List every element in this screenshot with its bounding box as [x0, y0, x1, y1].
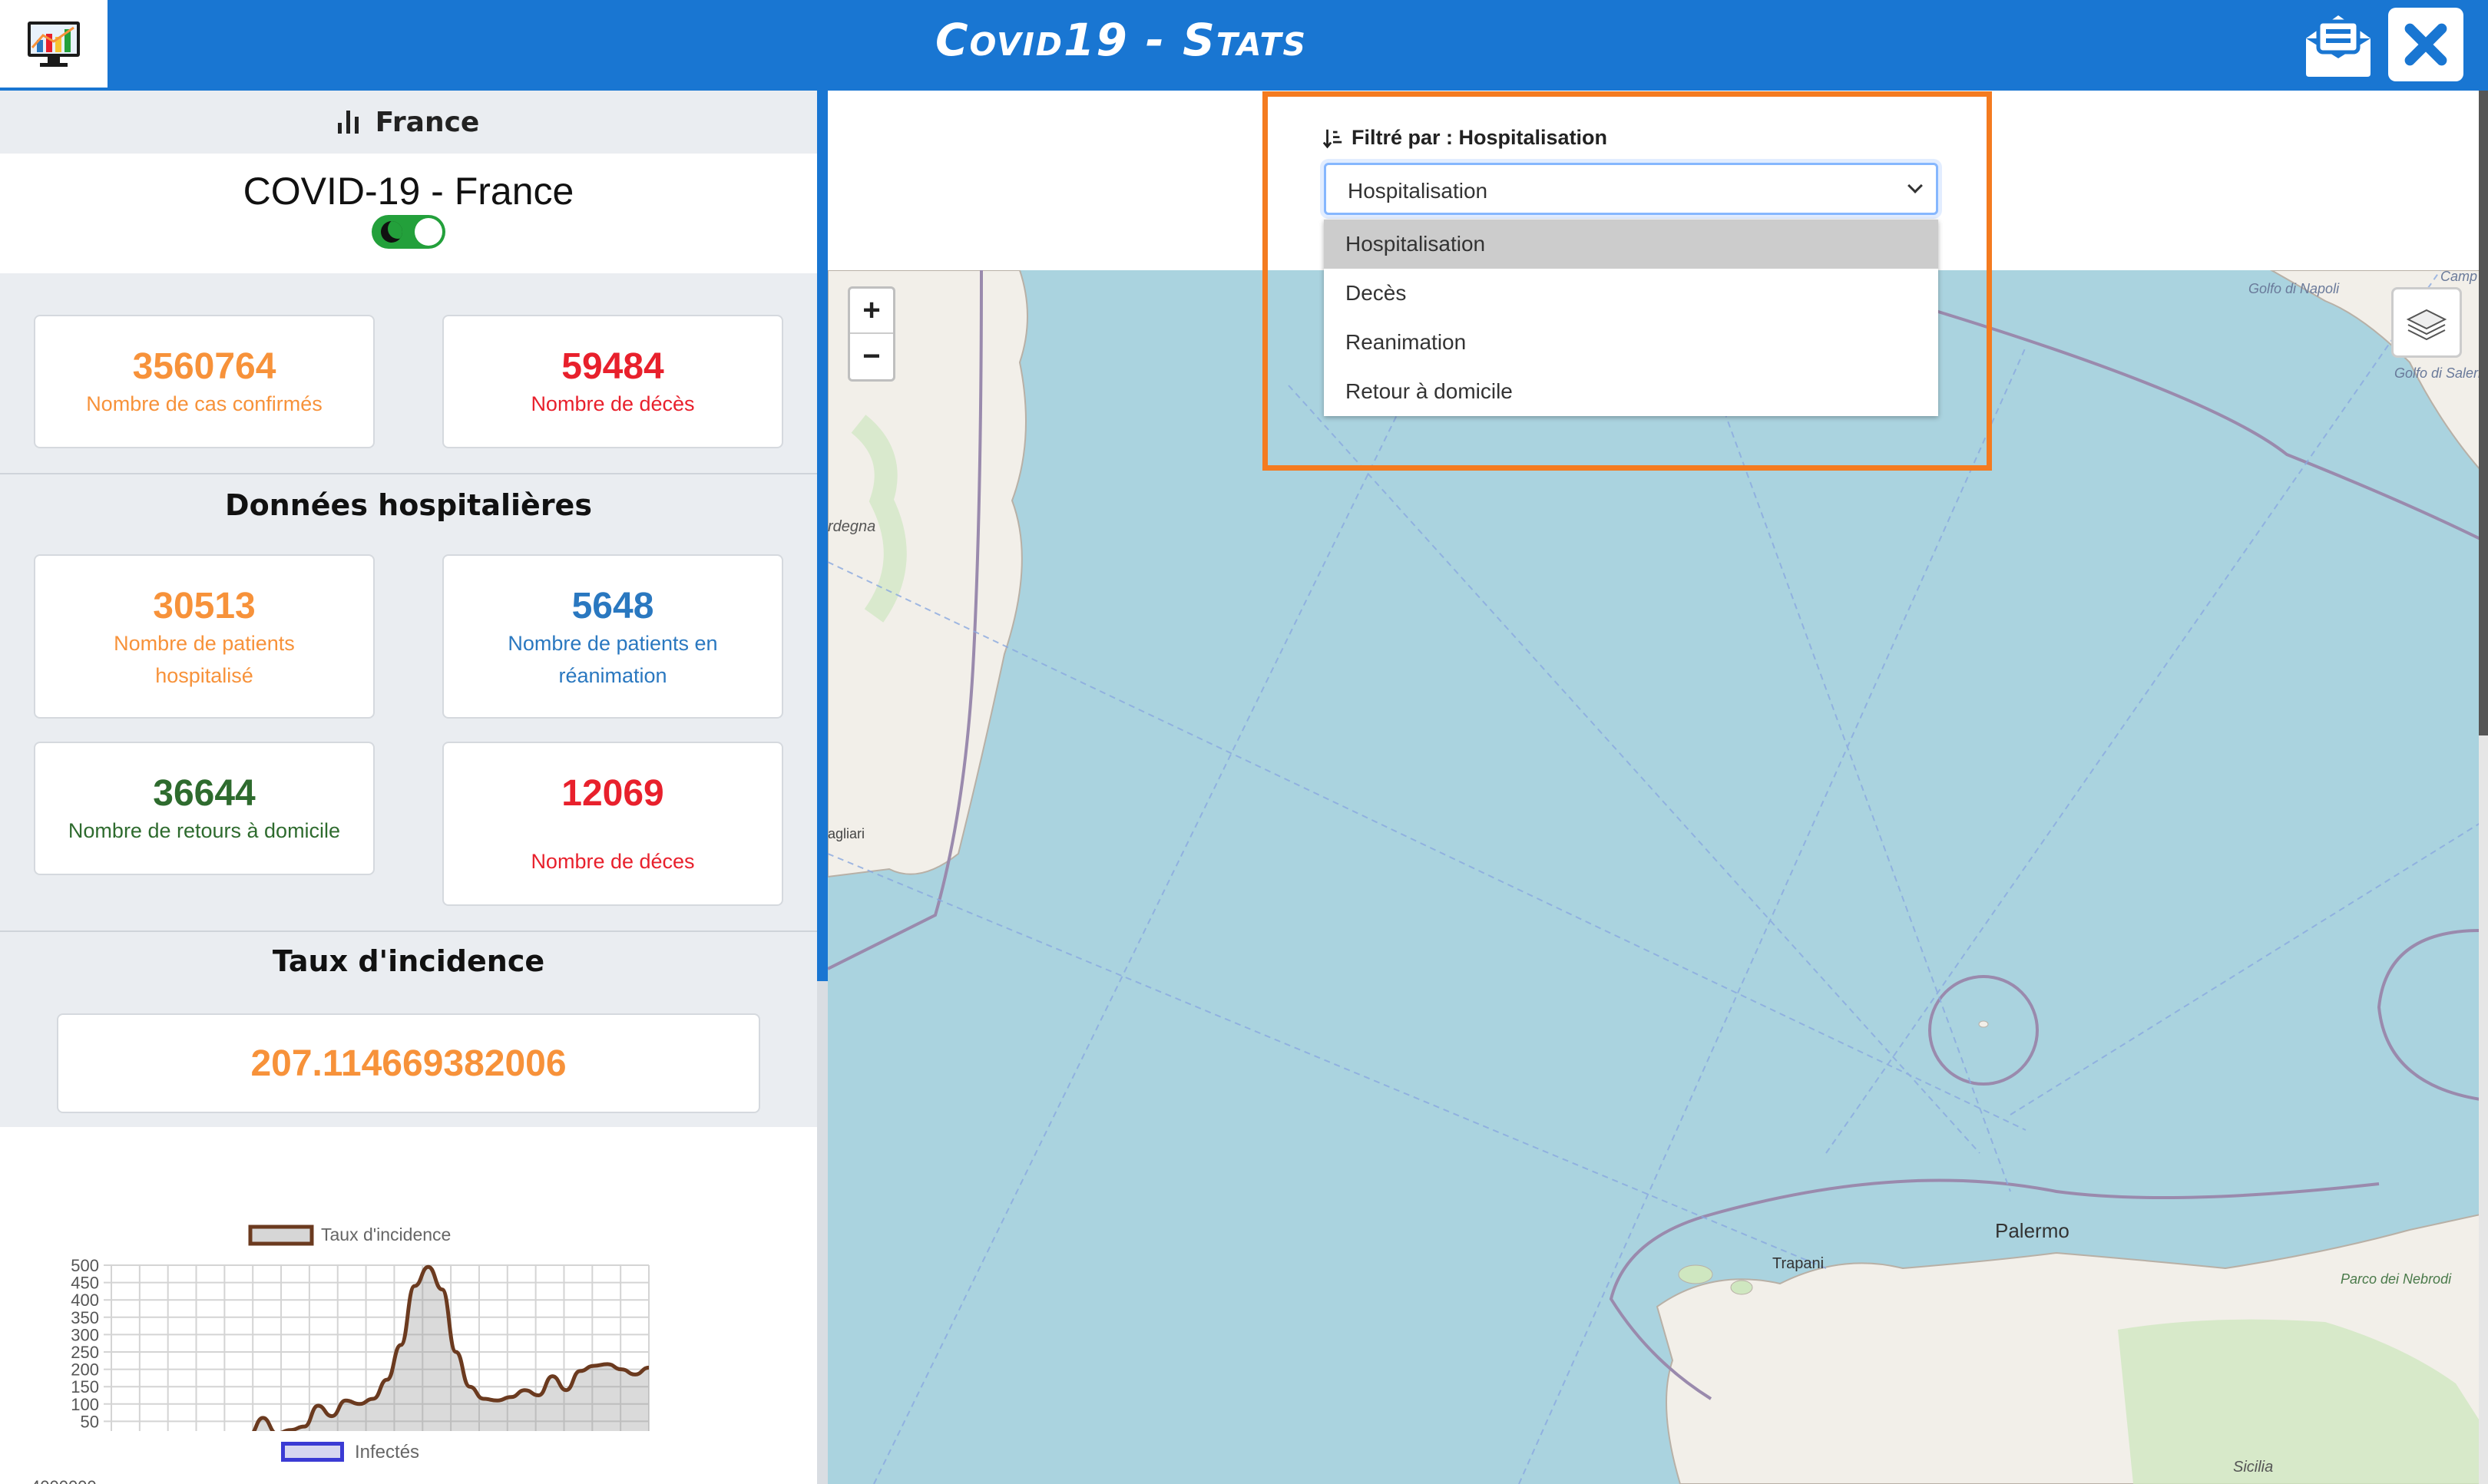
incidence-section-title: Taux d'incidence: [272, 944, 545, 978]
monitor-chart-icon: [28, 21, 80, 67]
app-logo[interactable]: [0, 0, 108, 88]
infected-legend-label: Infectés: [355, 1442, 420, 1463]
newsletter-button[interactable]: [2301, 8, 2376, 81]
confirmed-cases-label: Nombre de cas confirmés: [86, 392, 323, 415]
incidence-value: 207.114669382006: [250, 1043, 567, 1084]
map-label-golfo-salerno: Golfo di Salerno: [2394, 365, 2480, 381]
app-root: Covid19 - Stats France COVID-19 - France…: [0, 0, 2488, 1484]
infected-y-tick: 4000000: [31, 1477, 97, 1484]
country-name: France: [375, 106, 480, 138]
hospital-deaths-label: Nombre de déces: [531, 850, 695, 873]
map-label-trapani: Trapani: [1772, 1255, 1824, 1272]
map-label-campania: Camp: [2440, 270, 2477, 284]
app-title: Covid19 - Stats: [935, 14, 1307, 66]
icu-value: 5648: [571, 586, 654, 626]
stats-sidebar: France COVID-19 - France 3560764 Nombre …: [0, 91, 817, 1484]
map-label-cagliari: agliari: [828, 826, 865, 841]
map-label-sicilia: Sicilia: [2233, 1459, 2273, 1476]
confirmed-cases-card: 3560764 Nombre de cas confirmés: [34, 315, 375, 448]
infected-legend-swatch: [281, 1442, 344, 1462]
page-title: COVID-19 - France: [243, 170, 574, 213]
highlight-annotation: [1262, 91, 1992, 471]
map-label-sardegna: rdegna: [828, 518, 875, 535]
dark-mode-toggle[interactable]: [372, 215, 445, 249]
zoom-out-button[interactable]: −: [850, 334, 893, 379]
envelope-list-icon: [2306, 15, 2371, 77]
home-returns-label: Nombre de retours à domicile: [68, 819, 341, 842]
hospitalised-label-line2: hospitalisé: [155, 664, 253, 687]
hospital-deaths-card: 12069 Nombre de déces: [442, 742, 783, 906]
confirmed-cases-value: 3560764: [132, 346, 276, 387]
icu-label-line1: Nombre de patients en: [508, 632, 718, 655]
close-icon: [2404, 23, 2447, 66]
y-tick-label: 350: [71, 1308, 99, 1327]
map-label-golfo-napoli: Golfo di Napoli: [2248, 281, 2340, 296]
map-label-nebrodi: Parco dei Nebrodi: [2341, 1271, 2452, 1287]
hospitalised-value: 30513: [153, 586, 256, 626]
y-tick-label: 450: [71, 1274, 99, 1293]
layers-icon: [2406, 309, 2447, 341]
y-tick-label: 400: [71, 1291, 99, 1310]
legend-label: Taux d'incidence: [321, 1225, 451, 1244]
incidence-card: 207.114669382006: [57, 1013, 760, 1113]
hospital-deaths-value: 12069: [561, 773, 664, 814]
home-returns-card: 36644 Nombre de retours à domicile: [34, 742, 375, 875]
y-tick-label: 100: [71, 1395, 99, 1414]
divider: [0, 473, 817, 474]
y-tick-label: 300: [71, 1325, 99, 1344]
hospitalised-card: 30513 Nombre de patients hospitalisé: [34, 554, 375, 719]
hospital-section-title: Données hospitalières: [225, 488, 592, 522]
moon-icon: [381, 221, 402, 243]
infected-chart: Infectés 4000000: [0, 1431, 817, 1484]
country-header: France: [0, 91, 817, 154]
y-tick-label: 50: [81, 1412, 99, 1431]
top-header: Covid19 - Stats: [0, 0, 2488, 91]
deaths-card: 59484 Nombre de décès: [442, 315, 783, 448]
sidebar-scroll-thumb[interactable]: [817, 91, 828, 981]
zoom-control: + −: [848, 286, 895, 382]
legend-swatch: [248, 1225, 314, 1246]
bar-chart-icon: [337, 111, 359, 134]
y-tick-label: 150: [71, 1377, 99, 1396]
y-tick-label: 200: [71, 1360, 99, 1380]
y-tick-label: 500: [71, 1256, 99, 1275]
y-tick-label: 250: [71, 1343, 99, 1362]
close-button[interactable]: [2388, 8, 2463, 81]
icu-label-line2: réanimation: [558, 664, 667, 687]
hospitalised-label-line1: Nombre de patients: [114, 632, 295, 655]
zoom-in-button[interactable]: +: [850, 289, 893, 334]
icu-card: 5648 Nombre de patients en réanimation: [442, 554, 783, 719]
divider: [0, 930, 817, 932]
title-panel: COVID-19 - France: [0, 154, 817, 273]
home-returns-value: 36644: [153, 773, 256, 814]
deaths-label: Nombre de décès: [531, 392, 695, 415]
toggle-knob: [415, 218, 442, 246]
deaths-value: 59484: [561, 346, 664, 387]
layers-button[interactable]: [2391, 287, 2462, 358]
map-scroll-thumb[interactable]: [2479, 91, 2488, 735]
map-label-palermo: Palermo: [1995, 1219, 2069, 1242]
